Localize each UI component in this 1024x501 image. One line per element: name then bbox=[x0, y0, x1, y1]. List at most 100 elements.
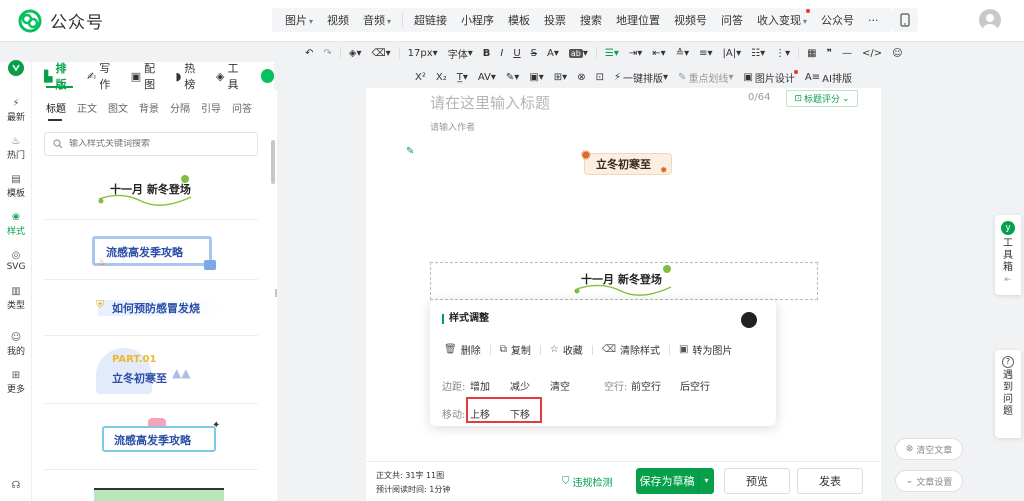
redo-icon[interactable]: ↷ bbox=[318, 48, 336, 59]
undo-icon[interactable]: ↶ bbox=[300, 48, 318, 59]
tab-layout[interactable]: ▙ 排版 bbox=[38, 62, 81, 91]
highlight-button[interactable]: ✎ 重点划线 ▾ bbox=[673, 70, 738, 85]
selected-block[interactable]: 十一月 新冬登场 bbox=[430, 262, 818, 300]
line-before-button[interactable]: 前空行 bbox=[631, 378, 661, 393]
menu-more[interactable]: ··· bbox=[861, 14, 886, 27]
menu-image[interactable]: 图片 bbox=[278, 12, 320, 28]
char-spacing-icon[interactable]: AV▾ bbox=[473, 72, 501, 83]
outdent-icon[interactable]: ⇤▾ bbox=[647, 48, 670, 59]
nav-more[interactable]: ⊞ 更多 bbox=[0, 370, 32, 395]
clear-format-icon[interactable]: ⌫▾ bbox=[367, 48, 396, 59]
letter-spacing-icon[interactable]: |A|▾ bbox=[718, 48, 747, 59]
menu-audio[interactable]: 音频 bbox=[356, 12, 398, 28]
font-color-icon[interactable]: A▾ bbox=[542, 48, 564, 59]
nav-headset[interactable]: ☊ bbox=[0, 480, 32, 492]
nav-types[interactable]: ▥ 类型 bbox=[0, 286, 32, 311]
title-input[interactable]: 请在这里输入标题 bbox=[430, 92, 550, 113]
margin-decrease-button[interactable]: 减少 bbox=[510, 378, 530, 393]
image-grid-icon[interactable]: ⊞▾ bbox=[549, 72, 572, 83]
subtab-guide[interactable]: 引导 bbox=[201, 100, 232, 115]
font-family-select[interactable]: 字体 ▾ bbox=[443, 46, 478, 61]
favorite-button[interactable]: ☆ 收藏 bbox=[550, 342, 583, 357]
copy-box-icon[interactable]: ⊡ bbox=[591, 72, 609, 83]
emoji-icon[interactable]: ☺ bbox=[887, 48, 907, 59]
italic-icon[interactable]: I bbox=[495, 48, 508, 59]
underline-icon[interactable]: U bbox=[508, 48, 525, 59]
strikethrough-icon[interactable]: S bbox=[526, 48, 542, 59]
line-height-icon[interactable]: ≡▾ bbox=[694, 48, 717, 59]
chevron-down-icon[interactable]: ▾ bbox=[698, 468, 714, 494]
menu-template[interactable]: 模板 bbox=[501, 12, 537, 28]
color-picker[interactable] bbox=[741, 312, 757, 328]
menu-vote[interactable]: 投票 bbox=[537, 12, 573, 28]
nav-svg[interactable]: ◎ SVG bbox=[0, 250, 32, 272]
menu-qa[interactable]: 问答 bbox=[714, 12, 750, 28]
preview-button[interactable]: 预览 bbox=[724, 468, 790, 494]
tab-tools[interactable]: ◈ 工具 bbox=[210, 62, 253, 91]
subtab-qa[interactable]: 问答 bbox=[232, 100, 263, 115]
style-card[interactable]: 流感高发季攻略 ♨ bbox=[44, 220, 258, 280]
nav-latest[interactable]: ⚡ 最新 bbox=[0, 98, 32, 123]
style-card[interactable] bbox=[44, 472, 258, 501]
to-image-button[interactable]: ▣ 转为图片 bbox=[679, 342, 732, 357]
subscript-icon[interactable]: X₂ bbox=[431, 72, 452, 83]
save-draft-button[interactable]: 保存为草稿 ▾ bbox=[636, 468, 714, 494]
tab-writing[interactable]: ✍ 写作 bbox=[81, 62, 125, 91]
list-icon[interactable]: ☷▾ bbox=[746, 48, 770, 59]
subtab-divider[interactable]: 分隔 bbox=[170, 100, 201, 115]
font-size-select[interactable]: 17px ▾ bbox=[403, 48, 443, 59]
nav-styles[interactable]: ❀ 样式 bbox=[0, 212, 32, 237]
style-card[interactable]: PART.01 立冬初寒至 ▲▲ bbox=[44, 336, 258, 404]
line-after-button[interactable]: 后空行 bbox=[680, 378, 710, 393]
menu-monetize[interactable]: 收入变现 bbox=[750, 9, 814, 28]
help-panel[interactable]: ? 遇 到 问 题 bbox=[995, 350, 1021, 438]
banner-autumn[interactable]: ✹ ✹ 立冬初寒至 bbox=[580, 148, 676, 176]
menu-search[interactable]: 搜索 bbox=[573, 12, 609, 28]
publish-button[interactable]: 发表 bbox=[797, 468, 863, 494]
mobile-preview-button[interactable] bbox=[892, 8, 918, 32]
delete-button[interactable]: 🗑 删除 bbox=[444, 342, 481, 357]
article-settings-button[interactable]: ⌄ 文章设置 bbox=[895, 470, 963, 492]
style-card[interactable]: 十一月 新冬登场 bbox=[44, 162, 258, 220]
text-format-icon[interactable]: T̲▾ bbox=[452, 72, 473, 83]
subtab-background[interactable]: 背景 bbox=[139, 100, 170, 115]
subtab-body[interactable]: 正文 bbox=[77, 100, 108, 115]
title-score-button[interactable]: ⊡ 标题评分 ⌄ bbox=[786, 90, 858, 107]
background-color-icon[interactable]: ab ▾ bbox=[564, 48, 593, 59]
menu-official-account[interactable]: 公众号 bbox=[814, 12, 861, 28]
style-search-input[interactable] bbox=[69, 139, 239, 149]
format-painter-icon[interactable]: ◈▾ bbox=[344, 48, 367, 59]
one-click-layout-button[interactable]: ⚡ 一键排版 ▾ bbox=[609, 70, 673, 85]
ordered-list-icon[interactable]: ⋮▾ bbox=[770, 48, 795, 59]
subtab-title[interactable]: 标题 bbox=[46, 100, 77, 121]
nav-hot[interactable]: ♨ 热门 bbox=[0, 136, 32, 161]
bold-icon[interactable]: B bbox=[478, 48, 496, 59]
toolbox-panel[interactable]: y 工 具 箱 ⇤ bbox=[995, 215, 1021, 295]
menu-miniprogram[interactable]: 小程序 bbox=[454, 12, 501, 28]
panel-collapse-handle[interactable]: ‖ bbox=[274, 288, 280, 304]
menu-location[interactable]: 地理位置 bbox=[609, 12, 667, 28]
style-card[interactable]: 流感高发季攻略 ✦ bbox=[44, 404, 258, 470]
paragraph-spacing-icon[interactable]: ≙▾ bbox=[671, 48, 694, 59]
nav-mine[interactable]: ☺ 我的 bbox=[0, 332, 32, 357]
image-icon[interactable]: ▣▾ bbox=[524, 72, 548, 83]
table-icon[interactable]: ▦ bbox=[802, 48, 821, 59]
align-left-icon[interactable]: ☰▾ bbox=[600, 48, 624, 59]
code-icon[interactable]: </> bbox=[857, 48, 887, 59]
style-card[interactable]: ⛨ 如何预防感冒发烧 bbox=[44, 280, 258, 336]
image-design-button[interactable]: ▣ 图片设计 bbox=[738, 69, 799, 85]
style-search[interactable] bbox=[44, 132, 258, 156]
clear-article-button[interactable]: ⊗ 清空文章 bbox=[895, 438, 963, 460]
divider-line-icon[interactable]: — bbox=[837, 48, 857, 59]
tab-trending[interactable]: ◗ 热榜 bbox=[170, 62, 211, 91]
copy-button[interactable]: ⧉ 复制 bbox=[500, 342, 531, 357]
menu-channels[interactable]: 视频号 bbox=[667, 12, 714, 28]
author-input[interactable]: 请输入作者 bbox=[430, 120, 475, 133]
violation-check-button[interactable]: ⛉ 违规检测 bbox=[562, 474, 613, 489]
tab-images[interactable]: ▣ 配图 bbox=[125, 62, 170, 91]
plugin-toggle[interactable] bbox=[261, 69, 274, 83]
user-avatar[interactable] bbox=[979, 9, 1001, 31]
panel-scrollbar[interactable] bbox=[271, 140, 275, 184]
clear-style-button[interactable]: ⌫ 清除样式 bbox=[602, 342, 660, 357]
indent-icon[interactable]: ⇥▾ bbox=[624, 48, 647, 59]
